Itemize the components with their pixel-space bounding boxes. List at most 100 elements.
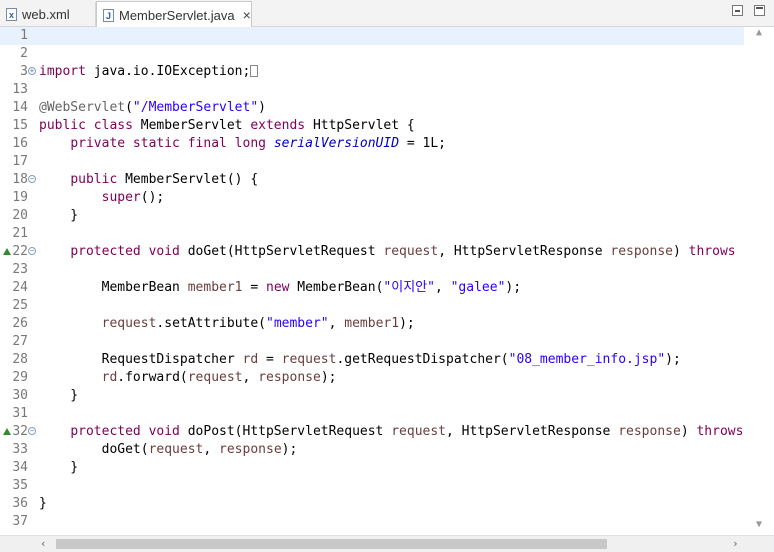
code-line[interactable]: 22− protected void doGet(HttpServletRequ…: [0, 243, 744, 261]
code-line[interactable]: 32− protected void doPost(HttpServletReq…: [0, 423, 744, 441]
tab-web-xml[interactable]: x web.xml: [0, 2, 96, 27]
vertical-scrollbar[interactable]: ▲ ▼: [744, 27, 774, 535]
line-gutter: 31: [0, 405, 38, 423]
line-number: 24: [12, 280, 28, 295]
code-line[interactable]: 33 doGet(request, response);: [0, 441, 744, 459]
code-line[interactable]: 21: [0, 225, 744, 243]
scroll-up-icon[interactable]: ▲: [744, 27, 774, 38]
code-line[interactable]: 30 }: [0, 387, 744, 405]
horizontal-scrollbar[interactable]: ‹ ›: [0, 535, 774, 552]
expand-fold-icon[interactable]: +: [28, 67, 36, 75]
line-number: 20: [12, 208, 28, 223]
code-line[interactable]: 36}: [0, 495, 744, 513]
line-gutter: 24: [0, 279, 38, 297]
code-text[interactable]: import java.io.IOException;: [39, 63, 259, 81]
code-line[interactable]: 26 request.setAttribute("member", member…: [0, 315, 744, 333]
code-text[interactable]: doGet(request, response);: [39, 441, 298, 459]
scroll-right-icon[interactable]: ›: [732, 537, 739, 550]
line-number: 14: [12, 100, 28, 115]
code-text[interactable]: }: [39, 387, 78, 405]
code-text[interactable]: rd.forward(request, response);: [39, 369, 337, 387]
line-gutter: 25: [0, 297, 38, 315]
line-number: 27: [12, 334, 28, 349]
code-line[interactable]: 15 public class MemberServlet extends Htt…: [0, 117, 744, 135]
code-text[interactable]: public class MemberServlet extends HttpS…: [39, 117, 415, 135]
code-line[interactable]: 13: [0, 81, 744, 99]
code-text[interactable]: protected void doPost(HttpServletRequest…: [39, 423, 744, 441]
line-gutter: 18−: [0, 171, 38, 189]
line-number: 17: [12, 154, 28, 169]
code-line[interactable]: 35: [0, 477, 744, 495]
code-line[interactable]: 37: [0, 513, 744, 531]
line-gutter: 3 +: [0, 63, 38, 81]
code-text[interactable]: }: [39, 495, 47, 513]
xml-file-icon: x: [6, 8, 17, 21]
code-text[interactable]: super();: [39, 189, 165, 207]
code-text[interactable]: MemberBean member1 = new MemberBean("이지안…: [39, 279, 521, 297]
line-gutter: 32−: [0, 423, 38, 441]
line-number: 36: [12, 496, 28, 511]
minimize-button[interactable]: [732, 5, 743, 16]
line-number: 22: [12, 244, 28, 259]
collapse-fold-icon[interactable]: −: [28, 175, 36, 183]
override-marker-icon[interactable]: [3, 428, 11, 435]
code-line[interactable]: 2: [0, 45, 744, 63]
java-file-icon: J: [103, 8, 114, 22]
line-number: 28: [12, 352, 28, 367]
line-gutter: 37: [0, 513, 38, 531]
code-text[interactable]: }: [39, 207, 78, 225]
code-line[interactable]: 31: [0, 405, 744, 423]
code-line[interactable]: 27: [0, 333, 744, 351]
close-icon[interactable]: ×: [243, 7, 251, 23]
line-number: 35: [12, 478, 28, 493]
code-line[interactable]: 18− public MemberServlet() {: [0, 171, 744, 189]
line-number: 1: [20, 28, 28, 43]
line-gutter: 33: [0, 441, 38, 459]
line-gutter: 2: [0, 45, 38, 63]
code-line[interactable]: 34 }: [0, 459, 744, 477]
code-line[interactable]: 1: [0, 27, 744, 45]
code-editor[interactable]: 1 2 3 + import java.io.IOException; 13 14 @WebS…: [0, 27, 744, 535]
code-line[interactable]: 20 }: [0, 207, 744, 225]
line-number: 19: [12, 190, 28, 205]
collapse-fold-icon[interactable]: −: [28, 247, 36, 255]
code-text[interactable]: }: [39, 459, 78, 477]
code-text[interactable]: private static final long serialVersionU…: [39, 135, 446, 153]
code-line[interactable]: 29 rd.forward(request, response);: [0, 369, 744, 387]
code-line[interactable]: 23: [0, 261, 744, 279]
code-text[interactable]: protected void doGet(HttpServletRequest …: [39, 243, 744, 261]
code-line[interactable]: 14 @WebServlet("/MemberServlet"): [0, 99, 744, 117]
line-gutter: 20: [0, 207, 38, 225]
line-number: 32: [12, 424, 28, 439]
code-line[interactable]: 24 MemberBean member1 = new MemberBean("…: [0, 279, 744, 297]
line-gutter: 26: [0, 315, 38, 333]
code-text[interactable]: @WebServlet("/MemberServlet"): [39, 99, 266, 117]
line-gutter: 16: [0, 135, 38, 153]
line-gutter: 27: [0, 333, 38, 351]
line-number: 26: [12, 316, 28, 331]
code-line[interactable]: 28 RequestDispatcher rd = request.getReq…: [0, 351, 744, 369]
line-number: 15: [12, 118, 28, 133]
code-text[interactable]: RequestDispatcher rd = request.getReques…: [39, 351, 681, 369]
code-line[interactable]: 16 private static final long serialVersi…: [0, 135, 744, 153]
code-line[interactable]: 25: [0, 297, 744, 315]
maximize-button[interactable]: [754, 5, 765, 16]
line-gutter: 14: [0, 99, 38, 117]
code-line[interactable]: 19 super();: [0, 189, 744, 207]
scroll-left-icon[interactable]: ‹: [40, 537, 47, 550]
code-text[interactable]: request.setAttribute("member", member1);: [39, 315, 415, 333]
line-gutter: 30: [0, 387, 38, 405]
line-number: 29: [12, 370, 28, 385]
override-marker-icon[interactable]: [3, 248, 11, 255]
code-line[interactable]: 17: [0, 153, 744, 171]
line-gutter: 15: [0, 117, 38, 135]
tab-member-servlet-java[interactable]: J MemberServlet.java ×: [96, 1, 252, 28]
code-line[interactable]: 3 + import java.io.IOException;: [0, 63, 744, 81]
code-text[interactable]: public MemberServlet() {: [39, 171, 258, 189]
scroll-down-icon[interactable]: ▼: [744, 519, 774, 530]
line-gutter: 29: [0, 369, 38, 387]
scrollbar-thumb[interactable]: [56, 539, 607, 549]
tab-label: web.xml: [22, 7, 70, 22]
collapse-fold-icon[interactable]: −: [28, 427, 36, 435]
line-number: 33: [12, 442, 28, 457]
